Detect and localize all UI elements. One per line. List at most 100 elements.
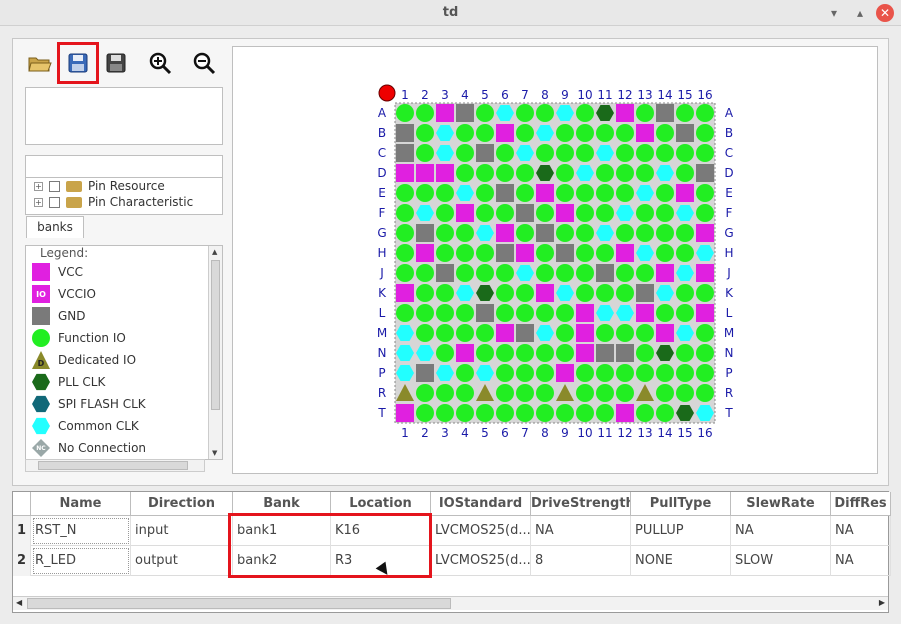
spi-flash-clk-hexagon-icon	[32, 395, 50, 413]
column-label-top: 14	[657, 88, 672, 102]
column-label-top: 1	[401, 88, 409, 102]
pin-E10	[576, 184, 594, 202]
pin-A14	[656, 104, 674, 122]
pin-J16	[696, 264, 714, 282]
zoom-in-button[interactable]	[142, 44, 178, 82]
pin-L7	[516, 304, 534, 322]
column-header-slewrate[interactable]: SlewRate	[731, 492, 831, 516]
row-label-right: J	[726, 266, 731, 280]
pin-M10	[576, 324, 594, 342]
table-cell-direction[interactable]: output	[131, 546, 233, 576]
scroll-right-icon[interactable]: ▶	[879, 598, 885, 607]
pin-B9	[556, 124, 574, 142]
column-label-top: 5	[481, 88, 489, 102]
close-icon[interactable]: ✕	[876, 4, 894, 22]
column-header-bank[interactable]: Bank	[233, 492, 331, 516]
table-cell-pulltype[interactable]: PULLUP	[631, 516, 731, 546]
column-header-pulltype[interactable]: PullType	[631, 492, 731, 516]
pin-R15	[676, 384, 694, 402]
table-cell-slewrate[interactable]: SLOW	[731, 546, 831, 576]
pin-A8	[536, 104, 554, 122]
scroll-thumb[interactable]	[38, 461, 188, 470]
expand-icon[interactable]: +	[34, 181, 43, 191]
pin-C16	[696, 144, 714, 162]
column-label-bottom: 15	[677, 426, 692, 440]
table-cell-drivestrength[interactable]: 8	[531, 546, 631, 576]
column-header-direction[interactable]: Direction	[131, 492, 233, 516]
pin-K10	[576, 284, 594, 302]
table-cell-diffres[interactable]: NA	[831, 516, 891, 546]
pin-D7	[516, 164, 534, 182]
table-row[interactable]: 1 RST_N input bank1 K16 LVCMOS25(d... NA PULLUP…	[13, 516, 891, 546]
pin-R3	[436, 384, 454, 402]
pin-A10	[576, 104, 594, 122]
scroll-left-icon[interactable]: ◀	[16, 598, 22, 607]
table-cell-name[interactable]: R_LED	[31, 546, 131, 576]
checkbox[interactable]	[49, 180, 60, 192]
pin-E14	[656, 184, 674, 202]
tree-item-pin-resource[interactable]: + Pin Resource	[26, 178, 222, 194]
table-cell-location[interactable]: K16	[331, 516, 431, 546]
pin-D12	[616, 164, 634, 182]
scroll-thumb[interactable]	[211, 260, 220, 410]
table-cell-direction[interactable]: input	[131, 516, 233, 546]
scroll-down-icon[interactable]: ▼	[212, 449, 217, 457]
pin-T12	[616, 404, 634, 422]
column-header-location[interactable]: Location	[331, 492, 431, 516]
minimize-icon[interactable]: ▾	[825, 4, 843, 22]
tab-banks[interactable]: banks	[26, 216, 84, 238]
pin-R16	[696, 384, 714, 402]
window-titlebar: td ▾ ▴ ✕	[0, 0, 901, 26]
table-cell-bank[interactable]: bank1	[233, 516, 331, 546]
pin-G16	[696, 224, 714, 242]
column-header-iostandard[interactable]: IOStandard	[431, 492, 531, 516]
column-label-top: 13	[637, 88, 652, 102]
legend-horizontal-scrollbar[interactable]	[25, 459, 205, 472]
tree-item-pin-characteristic[interactable]: + Pin Characteristic	[26, 194, 222, 210]
table-horizontal-scrollbar[interactable]: ◀ ▶	[13, 596, 888, 610]
column-header-diffres[interactable]: DiffRes	[831, 492, 891, 516]
column-label-top: 2	[421, 88, 429, 102]
table-cell-slewrate[interactable]: NA	[731, 516, 831, 546]
save-project-button[interactable]	[57, 42, 99, 84]
zoom-out-button[interactable]	[186, 44, 222, 82]
table-cell-pulltype[interactable]: NONE	[631, 546, 731, 576]
table-cell-bank[interactable]: bank2	[233, 546, 331, 576]
pin-H15	[676, 244, 694, 262]
table-cell-iostandard[interactable]: LVCMOS25(d...	[431, 516, 531, 546]
pin-F6	[496, 204, 514, 222]
legend-item: Function IO	[32, 328, 126, 348]
pin-D4	[456, 164, 474, 182]
legend-vertical-scrollbar[interactable]: ▲ ▼	[208, 246, 222, 459]
zoom-out-icon	[193, 52, 216, 75]
column-label-top: 8	[541, 88, 549, 102]
pin-grid[interactable]: A AB BC CD DE EF FG GH HJ JK KL LM MN NP PR RT T11223344…	[233, 47, 879, 475]
row-label-right: C	[725, 146, 733, 160]
row-label-left: K	[378, 286, 387, 300]
column-header-drivestrength[interactable]: DriveStrength	[531, 492, 631, 516]
expand-icon[interactable]: +	[34, 197, 43, 207]
pin-C5	[476, 144, 494, 162]
table-row[interactable]: 2 R_LED output bank2 R3 LVCMOS25(d... 8 NONE SLO…	[13, 546, 891, 576]
checkbox[interactable]	[49, 196, 60, 208]
pin-P9	[556, 364, 574, 382]
pin-E7	[516, 184, 534, 202]
pin-F14	[656, 204, 674, 222]
scroll-thumb[interactable]	[27, 598, 451, 609]
table-cell-diffres[interactable]: NA	[831, 546, 891, 576]
table-cell-name[interactable]: RST_N	[31, 516, 131, 546]
table-cell-drivestrength[interactable]: NA	[531, 516, 631, 546]
scroll-up-icon[interactable]: ▲	[212, 248, 217, 256]
column-header-name[interactable]: Name	[31, 492, 131, 516]
pin-T13	[636, 404, 654, 422]
pin-N6	[496, 344, 514, 362]
maximize-icon[interactable]: ▴	[851, 4, 869, 22]
table-cell-iostandard[interactable]: LVCMOS25(d...	[431, 546, 531, 576]
row-label-right: E	[725, 186, 733, 200]
pin-G14	[656, 224, 674, 242]
open-button[interactable]	[22, 44, 58, 82]
pin-A5	[476, 104, 494, 122]
pin-E16	[696, 184, 714, 202]
pin-view-canvas[interactable]: AABBCCDDEEFFGGHHJJKKLLMMNNPPRRTT11223344…	[232, 46, 878, 474]
save-button[interactable]	[98, 44, 134, 82]
